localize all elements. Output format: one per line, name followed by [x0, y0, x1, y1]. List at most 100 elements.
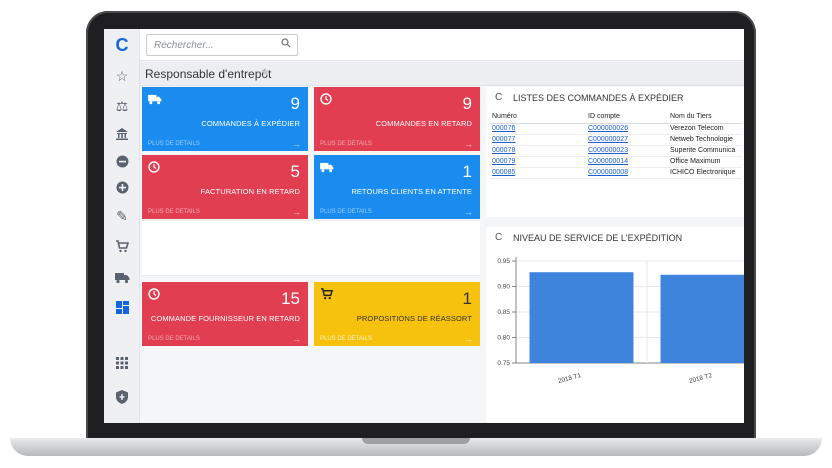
service-level-panel-title: NIVEAU DE SERVICE DE L'EXPÉDITION — [513, 233, 683, 243]
third-party-name: Verezon Telecom — [668, 123, 742, 135]
column-header[interactable]: ID compte — [586, 111, 668, 124]
tile-retours-clients[interactable]: 1 RETOURS CLIENTS EN ATTENTE PLUS DE DÉT… — [314, 155, 480, 219]
service-level-panel: C NIVEAU DE SERVICE DE L'EXPÉDITION 0.95… — [486, 227, 744, 423]
column-header[interactable]: Numéro — [490, 111, 586, 124]
table-header-row: Numéro ID compte Nom du Tiers — [490, 111, 742, 124]
cart-icon — [320, 288, 334, 303]
bar — [660, 274, 744, 363]
y-tick-label: 0.90 — [497, 284, 510, 291]
tile-count: 5 — [290, 162, 300, 181]
dashboard-icon[interactable] — [104, 296, 140, 318]
order-number-link[interactable]: 000076 — [490, 123, 586, 135]
y-tick-label: 0.75 — [497, 360, 510, 367]
y-tick-label: 0.95 — [497, 258, 510, 265]
tile-facturation-en-retard[interactable]: 5 FACTURATION EN RETARD PLUS DE DÉTAILS … — [142, 155, 308, 219]
page-title: Responsable d'entrepôt — [145, 67, 272, 81]
tile-label: COMMANDE FOURNISSEUR EN RETARD — [150, 314, 300, 323]
orders-panel-title: LISTES DES COMMANDES À EXPÉDIER — [513, 93, 684, 103]
tile-clock-svg — [148, 288, 160, 300]
app-logo[interactable]: C — [104, 34, 140, 56]
star-icon[interactable]: ☆ — [104, 65, 140, 87]
apps-grid-svg — [116, 357, 128, 369]
more-details-link[interactable]: PLUS DE DÉTAILS — [148, 141, 200, 147]
orders-panel-header: C LISTES DES COMMANDES À EXPÉDIER — [486, 87, 744, 109]
truck-svg — [114, 273, 129, 284]
order-number-link[interactable]: 000085 — [490, 167, 586, 179]
refresh-icon[interactable]: C — [495, 232, 502, 243]
tile-commandes-en-retard[interactable]: 9 COMMANDES EN RETARD PLUS DE DÉTAILS → — [314, 87, 480, 151]
clock-icon — [320, 93, 332, 108]
account-id-link[interactable]: C000000008 — [586, 167, 668, 179]
tile-count: 1 — [462, 162, 472, 181]
bank-icon[interactable] — [104, 123, 140, 145]
truck-icon — [148, 93, 162, 108]
plus-circle-icon[interactable] — [104, 176, 140, 198]
favorite-star-icon[interactable]: ★ — [260, 65, 271, 79]
arrow-right-icon[interactable]: → — [464, 334, 473, 344]
shield-svg — [116, 390, 128, 404]
column-header[interactable]: Nom du Tiers — [668, 111, 742, 124]
arrow-right-icon[interactable]: → — [464, 139, 473, 149]
table-row: 000079 C000000014 Office Maximum — [490, 156, 742, 168]
tile-label: COMMANDES EN RETARD — [375, 119, 472, 128]
orders-panel: C LISTES DES COMMANDES À EXPÉDIER Numéro… — [486, 87, 744, 217]
balance-icon[interactable]: ⚖ — [104, 95, 140, 117]
account-id-link[interactable]: C000000014 — [586, 156, 668, 168]
plus-circle-svg — [116, 181, 128, 193]
third-party-name: Office Maximum — [668, 156, 742, 168]
order-number-link[interactable]: 000077 — [490, 134, 586, 146]
tile-propositions-de-reassort[interactable]: 1 PROPOSITIONS DE RÉASSORT PLUS DE DÉTAI… — [314, 282, 480, 346]
tile-clock-svg — [320, 93, 332, 105]
apps-grid-icon[interactable] — [104, 352, 140, 374]
search-svg — [281, 38, 291, 48]
search-input[interactable]: Rechercher... — [146, 34, 298, 56]
x-tick-label: 2018 T2 — [688, 372, 713, 383]
more-details-link[interactable]: PLUS DE DÉTAILS — [320, 336, 372, 342]
tile-commandes-a-expedier[interactable]: 9 COMMANDES À EXPÉDIER PLUS DE DÉTAILS → — [142, 87, 308, 151]
refresh-icon[interactable]: C — [495, 92, 502, 103]
more-details-link[interactable]: PLUS DE DÉTAILS — [320, 209, 372, 215]
table-row: 000078 C000000023 Superite Communica — [490, 145, 742, 157]
tile-clock-svg — [148, 161, 160, 173]
tile-count: 9 — [462, 94, 472, 113]
tile-label: PROPOSITIONS DE RÉASSORT — [356, 314, 472, 323]
third-party-name: Netweb Technologie — [668, 134, 742, 146]
top-bar: Rechercher... — [140, 29, 744, 61]
y-tick-label: 0.80 — [497, 335, 510, 342]
service-level-chart: 0.95 0.90 0.85 0.80 0.75 2018 T1 2018 T2 — [486, 253, 744, 385]
y-tick-label: 0.85 — [497, 309, 510, 316]
account-id-link[interactable]: C000000023 — [586, 145, 668, 157]
truck-icon[interactable] — [104, 267, 140, 289]
app-screen: C ☆ ⚖ ✎ Rechercher... Responsable d'entr… — [104, 29, 744, 423]
account-id-link[interactable]: C000000027 — [586, 134, 668, 146]
order-number-link[interactable]: 000079 — [490, 156, 586, 168]
more-details-link[interactable]: PLUS DE DÉTAILS — [148, 209, 200, 215]
arrow-right-icon[interactable]: → — [464, 207, 473, 217]
service-level-panel-header: C NIVEAU DE SERVICE DE L'EXPÉDITION — [486, 227, 744, 249]
more-details-link[interactable]: PLUS DE DÉTAILS — [320, 141, 372, 147]
clock-icon — [148, 288, 160, 303]
more-details-link[interactable]: PLUS DE DÉTAILS — [148, 336, 200, 342]
search-placeholder: Rechercher... — [154, 40, 214, 51]
order-number-link[interactable]: 000078 — [490, 145, 586, 157]
arrow-right-icon[interactable]: → — [292, 334, 301, 344]
edit-icon[interactable]: ✎ — [104, 205, 140, 227]
tile-commande-fournisseur-en-retard[interactable]: 15 COMMANDE FOURNISSEUR EN RETARD PLUS D… — [142, 282, 308, 346]
tile-label: RETOURS CLIENTS EN ATTENTE — [351, 187, 472, 196]
clock-icon — [148, 161, 160, 176]
cart-svg — [116, 239, 129, 252]
search-icon[interactable] — [281, 38, 291, 51]
sidebar: C ☆ ⚖ ✎ — [104, 29, 140, 423]
shield-icon[interactable] — [104, 386, 140, 408]
table-row: 000076 C000000026 Verezon Telecom — [490, 123, 742, 135]
minus-circle-icon[interactable] — [104, 150, 140, 172]
arrow-right-icon[interactable]: → — [292, 207, 301, 217]
tile-label: FACTURATION EN RETARD — [200, 187, 300, 196]
bank-icon-svg — [116, 128, 128, 140]
tile-count: 9 — [290, 94, 300, 113]
truck-icon — [320, 161, 334, 176]
arrow-right-icon[interactable]: → — [292, 139, 301, 149]
account-id-link[interactable]: C000000026 — [586, 123, 668, 135]
cart-icon[interactable] — [104, 235, 140, 257]
third-party-name: ICHICO Electronique — [668, 167, 742, 179]
